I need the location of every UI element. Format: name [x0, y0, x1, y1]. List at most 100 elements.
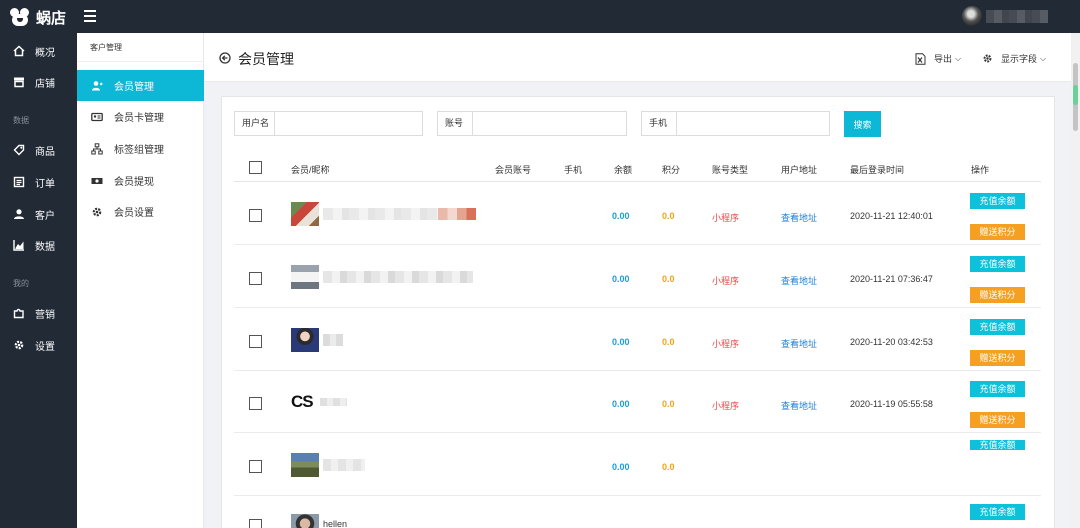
view-address-link[interactable]: 查看地址: [781, 337, 817, 350]
last-login-time: 2020-11-21 12:40:01: [850, 211, 933, 221]
store-icon: [13, 76, 25, 88]
last-login-time: 2020-11-19 05:55:58: [850, 399, 933, 409]
nickname-redacted: [438, 208, 476, 220]
avatar: [291, 514, 319, 528]
display-fields-label: 显示字段: [1001, 54, 1038, 64]
phone-input[interactable]: [677, 112, 829, 135]
topup-balance-button[interactable]: 充值余额: [970, 381, 1025, 397]
table-row: 0.00 0.0 充值余额: [234, 434, 1041, 496]
display-fields-button[interactable]: 显示字段 ⌵: [982, 52, 1046, 65]
topup-balance-button[interactable]: 充值余额: [970, 319, 1025, 335]
sidebar-group-label: 我的: [13, 279, 29, 288]
select-all-checkbox[interactable]: [249, 161, 262, 174]
gift-points-button[interactable]: 赠送积分: [970, 287, 1025, 303]
table-header: 会员/昵称 会员账号 手机 余额 积分 账号类型 用户地址 最后登录时间 操作: [234, 154, 1041, 182]
topup-balance-button[interactable]: 充值余额: [970, 504, 1025, 520]
sidebar-group-label: 数据: [13, 116, 29, 125]
username-filter: 用户名: [234, 111, 423, 136]
logo[interactable]: 蜗店: [10, 7, 66, 27]
sidebar-item-orders[interactable]: 订单: [0, 169, 77, 195]
row-checkbox[interactable]: [249, 460, 262, 473]
page-scrollbar[interactable]: [1071, 33, 1080, 528]
export-button[interactable]: 导出 ⌵: [915, 52, 961, 65]
user-avatar[interactable]: [962, 6, 982, 26]
sidebar-item-label: 店铺: [35, 78, 55, 90]
subnav-item-member-management[interactable]: 会员管理: [77, 70, 204, 101]
export-label: 导出: [934, 54, 953, 64]
subnav-item-member-card[interactable]: 会员卡管理: [77, 101, 204, 132]
view-address-link[interactable]: 查看地址: [781, 211, 817, 224]
back-arrow-icon[interactable]: [219, 52, 231, 64]
table-row: 0.00 0.0 小程序 查看地址 2020-11-21 12:40:01 充值…: [234, 183, 1041, 245]
excel-icon: [915, 52, 926, 65]
sidebar-item-products[interactable]: 商品: [0, 137, 77, 163]
gift-points-button[interactable]: 赠送积分: [970, 224, 1025, 240]
logo-icon: [10, 8, 30, 26]
top-bar: 蜗店: [0, 0, 1080, 33]
avatar: [291, 453, 319, 477]
nickname-redacted: [323, 459, 365, 471]
topup-balance-button[interactable]: 充值余额: [970, 440, 1025, 450]
search-button[interactable]: 搜索: [844, 111, 881, 137]
member-list-panel: 用户名 账号 手机 搜索 会员/昵称 会员账号 手机 余额 积分 账号类型 用户…: [221, 96, 1055, 528]
nickname: hellen: [323, 519, 348, 528]
chevron-down-icon: ⌵: [1040, 53, 1047, 63]
sidebar-item-label: 数据: [35, 241, 55, 253]
gift-points-button[interactable]: 赠送积分: [970, 350, 1025, 366]
sidebar-item-label: 订单: [35, 178, 55, 190]
row-checkbox[interactable]: [249, 335, 262, 348]
puzzle-icon: [13, 307, 25, 319]
topup-balance-button[interactable]: 充值余额: [970, 193, 1025, 209]
gift-points-button[interactable]: 赠送积分: [970, 412, 1025, 428]
row-checkbox[interactable]: [249, 272, 262, 285]
subnav-item-member-settings[interactable]: 会员设置: [77, 196, 204, 227]
subnav-item-label: 会员管理: [114, 82, 154, 93]
sidebar-item-marketing[interactable]: 营销: [0, 300, 77, 326]
points-value: 0.0: [662, 399, 675, 409]
balance-value: 0.00: [612, 462, 630, 472]
menu-toggle-icon[interactable]: [84, 10, 96, 22]
sidebar-item-customers[interactable]: 客户: [0, 201, 77, 227]
account-filter: 账号: [437, 111, 627, 136]
account-type: 小程序: [712, 213, 740, 223]
row-checkbox[interactable]: [249, 519, 262, 528]
topup-balance-button[interactable]: 充值余额: [970, 256, 1025, 272]
brand-name: 蜗店: [36, 9, 67, 27]
points-value: 0.0: [662, 211, 675, 221]
member-icon: [91, 80, 103, 92]
nickname-redacted: [320, 398, 347, 406]
balance-value: 0.00: [612, 337, 630, 347]
sidebar-item-settings[interactable]: 设置: [0, 332, 77, 358]
view-address-link[interactable]: 查看地址: [781, 399, 817, 412]
row-checkbox[interactable]: [249, 209, 262, 222]
card-icon: [91, 111, 103, 123]
avatar: [291, 265, 319, 289]
gear-icon: [13, 339, 25, 351]
sub-sidebar: 客户管理 会员管理 会员卡管理 标签组管理 会员提现 会员设置: [77, 33, 204, 528]
view-address-link[interactable]: 查看地址: [781, 274, 817, 287]
sidebar-item-overview[interactable]: 概况: [0, 38, 77, 64]
main-content: 会员管理 导出 ⌵ 显示字段 ⌵ 用户名 账号 手机 搜索 会员/昵称 会员账号…: [204, 33, 1071, 528]
subnav-item-label: 会员卡管理: [114, 113, 164, 124]
table-row: 0.00 0.0 小程序 查看地址 2020-11-21 07:36:47 充值…: [234, 246, 1041, 308]
subnav-item-tag-groups[interactable]: 标签组管理: [77, 133, 204, 164]
sidebar-item-store[interactable]: 店铺: [0, 69, 77, 95]
column-header: 最后登录时间: [850, 165, 905, 175]
account-input[interactable]: [473, 112, 626, 135]
table-row: CS 0.00 0.0 小程序 查看地址 2020-11-19 05:55:58…: [234, 371, 1041, 433]
gear-icon: [982, 53, 993, 65]
column-header: 用户地址: [781, 165, 818, 175]
sidebar-item-data[interactable]: 数据: [0, 232, 77, 258]
last-login-time: 2020-11-20 03:42:53: [850, 337, 933, 347]
chevron-down-icon: ⌵: [955, 53, 962, 63]
user-name-redacted[interactable]: [986, 10, 1048, 23]
subnav-item-withdraw[interactable]: 会员提现: [77, 165, 204, 196]
username-input[interactable]: [275, 112, 422, 135]
phone-label: 手机: [642, 112, 677, 135]
row-checkbox[interactable]: [249, 397, 262, 410]
phone-filter: 手机: [641, 111, 830, 136]
sidebar-item-label: 设置: [35, 341, 55, 353]
scrollbar-thumb[interactable]: [1073, 63, 1078, 131]
account-type: 小程序: [712, 276, 740, 286]
points-value: 0.0: [662, 462, 675, 472]
